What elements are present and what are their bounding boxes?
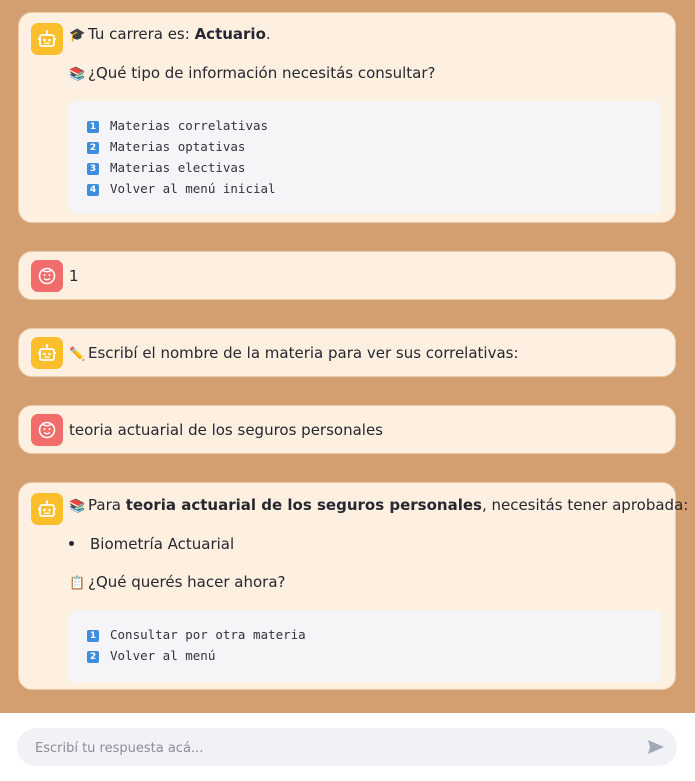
message-content: teoria actuarial de los seguros personal… — [69, 406, 661, 453]
send-icon — [648, 740, 664, 754]
option-label: Materias electivas — [110, 160, 246, 175]
requirement-suffix: , necesitás tener aprobada: — [481, 496, 689, 514]
requirement-line: 📚 Para teoria actuarial de los seguros pe… — [69, 495, 688, 517]
user-face-icon — [31, 260, 63, 292]
option-label: Consultar por otra materia — [110, 627, 306, 642]
option-item: 4 Volver al menú inicial — [87, 179, 276, 199]
books-icon: 📚 — [69, 499, 86, 514]
instruction-text: Escribí el nombre de la materia para ver… — [88, 344, 519, 362]
options-code-block: 1 Materias correlativas 2 Materias optativ… — [69, 101, 661, 214]
requirement-list-item: Biometría Actuarial — [69, 534, 234, 554]
option-label: Volver al menú — [110, 648, 216, 663]
option-item: 2 Volver al menú — [87, 646, 215, 666]
pencil-icon: ✏️ — [69, 347, 86, 362]
subject-name: teoria actuarial de los seguros personal… — [125, 496, 482, 514]
chat-input-container — [17, 728, 677, 768]
option-label: Volver al menú inicial — [110, 181, 276, 196]
career-suffix: . — [265, 25, 271, 43]
keycap-2-icon: 2 — [87, 142, 99, 154]
career-line: 🎓 Tu carrera es: Actuario. — [69, 24, 271, 46]
graduation-cap-icon: 🎓 — [69, 28, 86, 43]
career-name: Actuario — [194, 25, 266, 43]
clipboard-icon: 📋 — [69, 576, 86, 591]
message-content: 1 — [69, 252, 661, 299]
message-content: 🎓 Tu carrera es: Actuario. 📚 ¿Qué tipo de … — [69, 13, 661, 222]
keycap-1-icon: 1 — [87, 630, 99, 642]
option-item: 1 Consultar por otra materia — [87, 625, 306, 645]
robot-icon — [31, 23, 63, 55]
next-question-line: 📋 ¿Qué querés hacer ahora? — [69, 572, 285, 594]
chat-input-bar — [0, 713, 695, 781]
requirement-prefix: Para — [88, 496, 126, 514]
options-code-block: 1 Consultar por otra materia 2 Volver al m… — [69, 610, 661, 682]
option-label: Materias optativas — [110, 139, 246, 154]
bullet-icon — [69, 541, 74, 546]
user-text: 1 — [69, 267, 79, 285]
message-content: 📚 Para teoria actuarial de los seguros pe… — [69, 483, 688, 689]
send-button[interactable] — [647, 738, 665, 756]
user-message: 1 — [18, 251, 676, 300]
option-item: 3 Materias electivas — [87, 158, 245, 178]
requirement-subject: Biometría Actuarial — [90, 535, 235, 553]
question-text: ¿Qué tipo de información necesitás consu… — [88, 64, 436, 82]
option-item: 1 Materias correlativas — [87, 116, 268, 136]
next-question-text: ¿Qué querés hacer ahora? — [88, 573, 286, 591]
message-content: ✏️ Escribí el nombre de la materia para v… — [69, 329, 661, 376]
chat-input[interactable] — [33, 728, 637, 768]
chat-area: 🎓 Tu carrera es: Actuario. 📚 ¿Qué tipo de … — [0, 0, 695, 713]
career-prefix: Tu carrera es: — [88, 25, 195, 43]
user-text: teoria actuarial de los seguros personal… — [69, 421, 383, 439]
robot-icon — [31, 337, 63, 369]
bot-message: 🎓 Tu carrera es: Actuario. 📚 ¿Qué tipo de … — [18, 12, 676, 223]
user-message: teoria actuarial de los seguros personal… — [18, 405, 676, 454]
bot-message: ✏️ Escribí el nombre de la materia para v… — [18, 328, 676, 377]
instruction-line: ✏️ Escribí el nombre de la materia para v… — [69, 343, 519, 365]
question-line: 📚 ¿Qué tipo de información necesitás cons… — [69, 63, 435, 85]
bot-message: 📚 Para teoria actuarial de los seguros pe… — [18, 482, 688, 690]
keycap-3-icon: 3 — [87, 163, 99, 175]
keycap-4-icon: 4 — [87, 184, 99, 196]
option-label: Materias correlativas — [110, 118, 269, 133]
user-face-icon — [31, 414, 63, 446]
robot-icon — [31, 493, 63, 525]
option-item: 2 Materias optativas — [87, 137, 245, 157]
keycap-2-icon: 2 — [87, 651, 99, 663]
books-icon: 📚 — [69, 67, 86, 82]
keycap-1-icon: 1 — [87, 121, 99, 133]
